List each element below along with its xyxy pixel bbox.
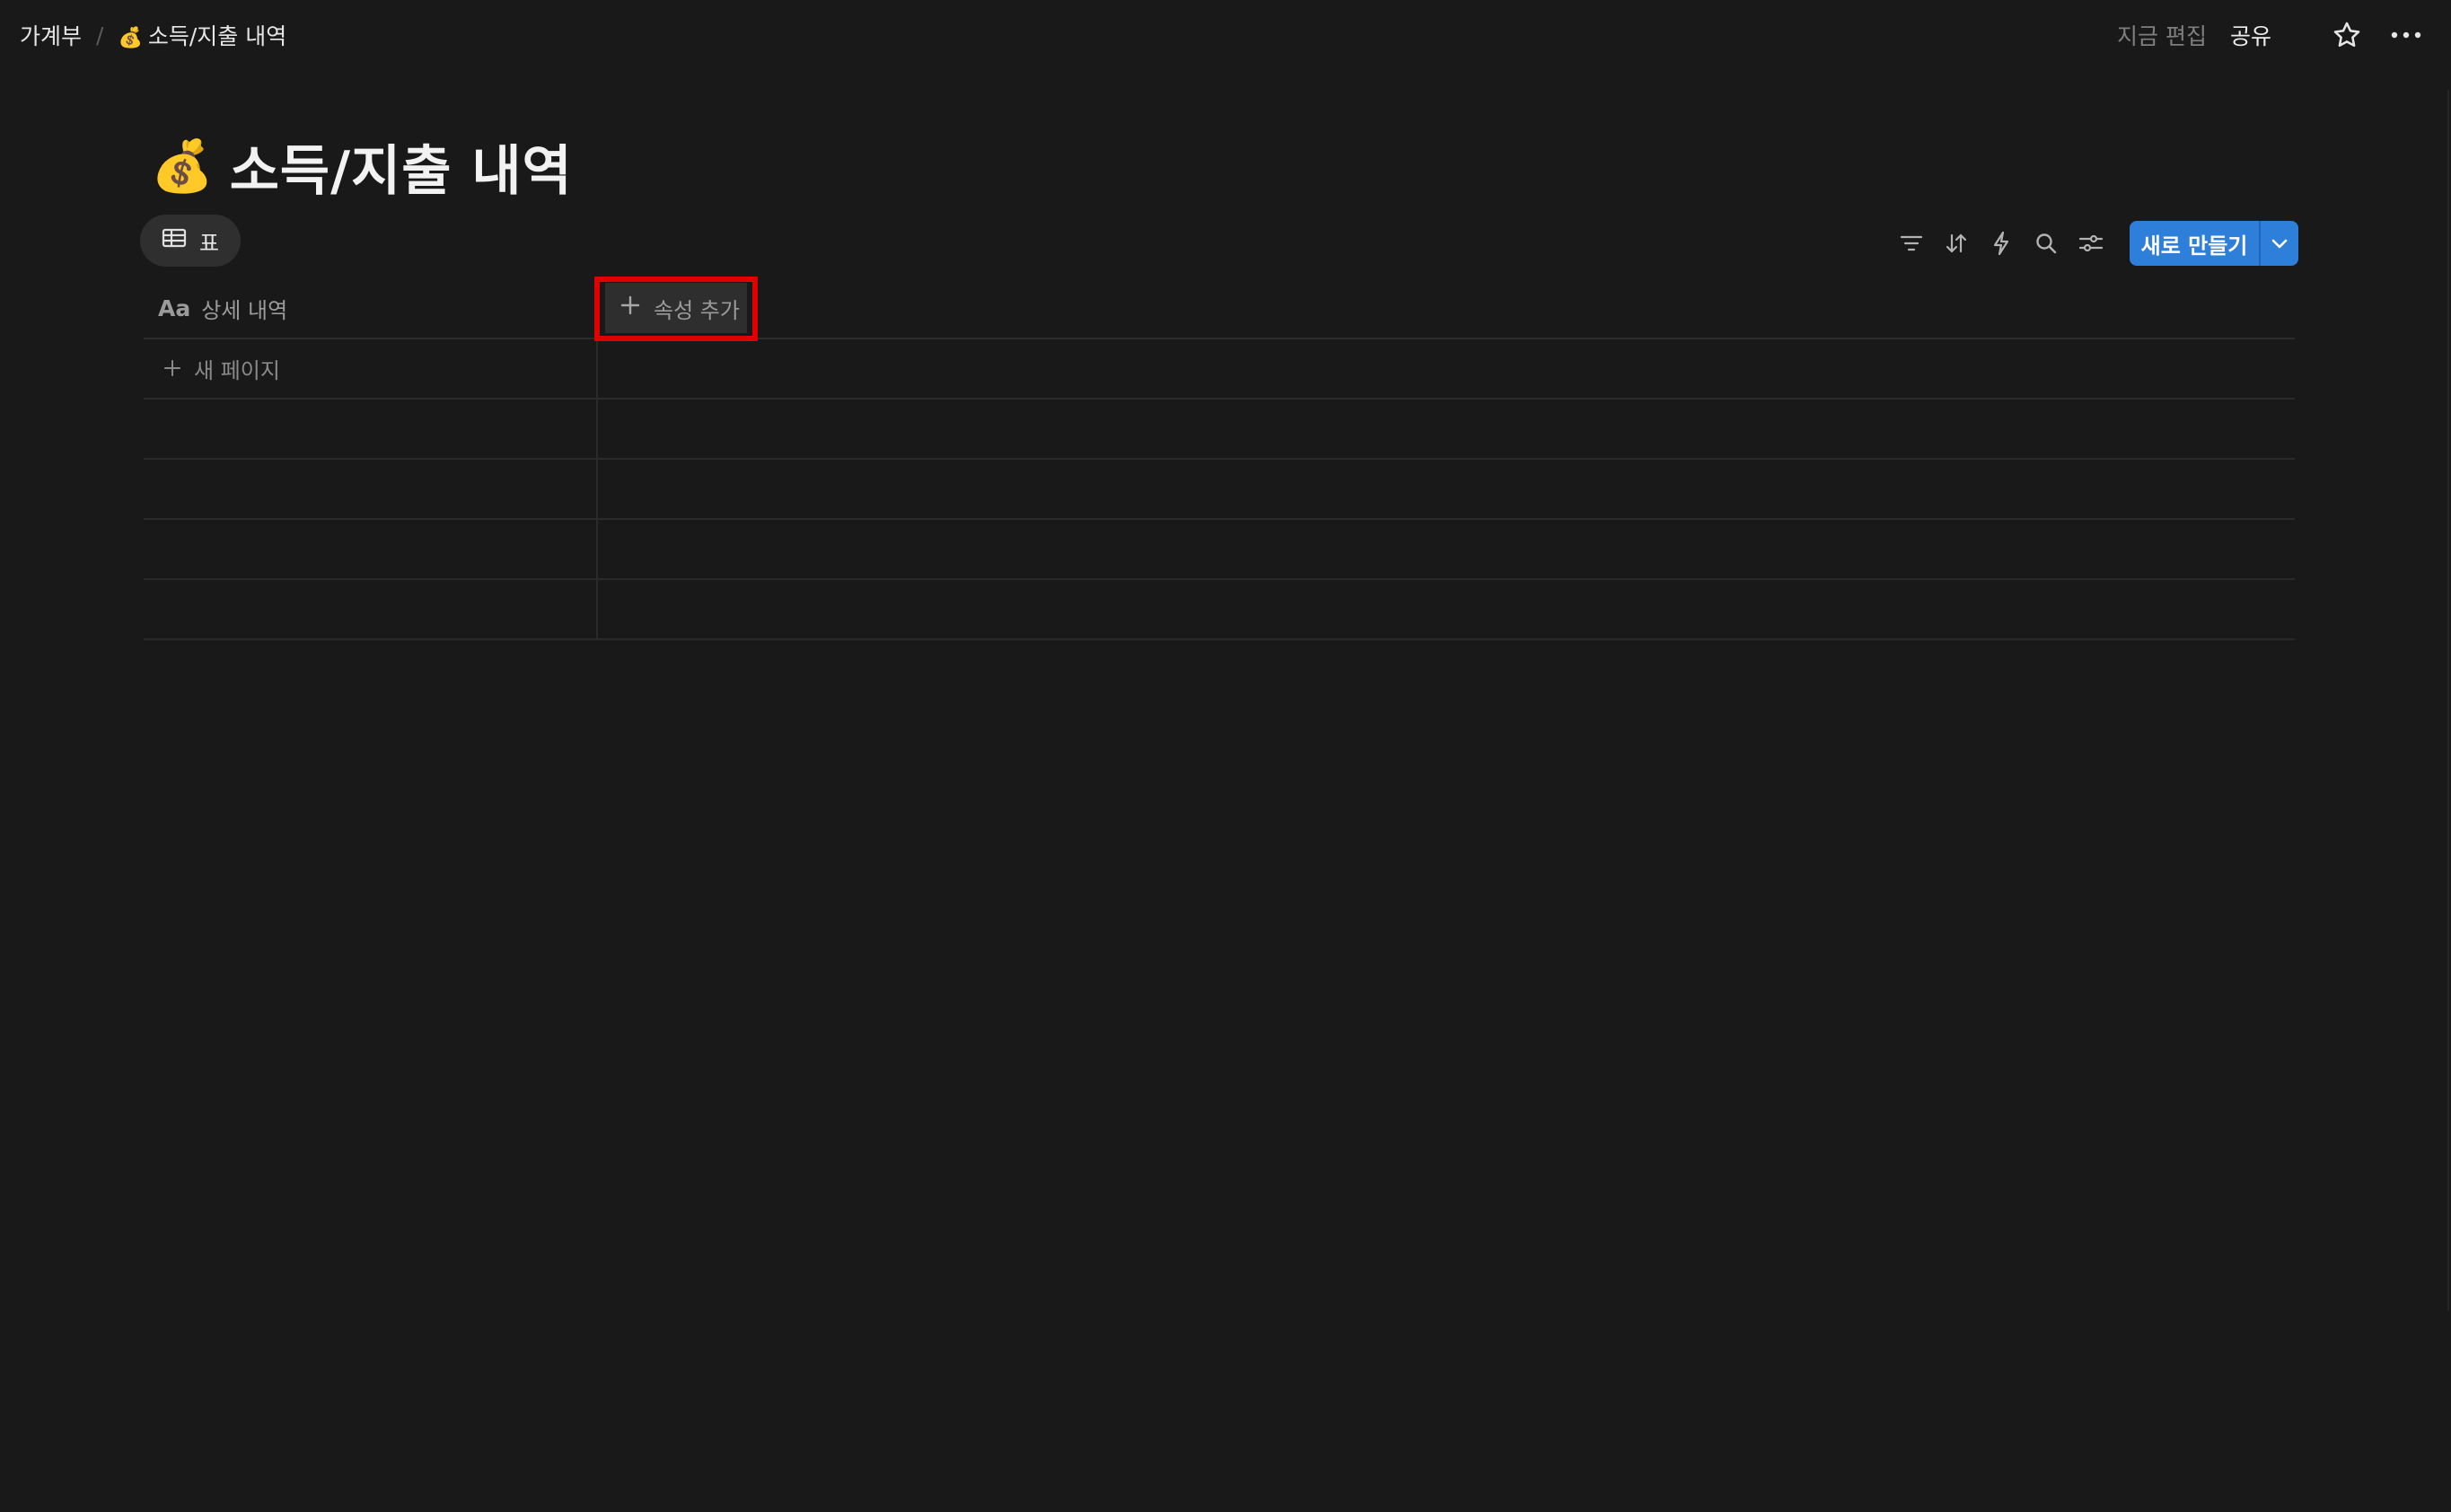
view-tab-label: 표	[198, 230, 220, 256]
settings-sliders-icon[interactable]	[2069, 221, 2113, 266]
search-icon[interactable]	[2024, 221, 2069, 266]
breadcrumb-separator: /	[96, 22, 104, 48]
table-cell	[598, 400, 2295, 458]
table-cell	[144, 520, 598, 578]
top-actions: 지금 편집 공유	[2117, 15, 2426, 55]
table-cell	[144, 580, 598, 638]
share-button[interactable]: 공유	[2230, 19, 2271, 51]
table-icon	[162, 227, 187, 254]
scrollbar-edge	[2447, 90, 2449, 1311]
lightning-icon[interactable]	[1979, 221, 2024, 266]
column-header-label: 상세 내역	[201, 297, 288, 323]
new-button-group: 새로 만들기	[2130, 221, 2298, 266]
edited-status: 지금 편집	[2117, 23, 2207, 49]
column-header-title[interactable]: Aa 상세 내역	[144, 278, 598, 338]
table-row	[144, 520, 2295, 580]
highlight-box	[594, 277, 758, 341]
table-cell	[598, 339, 2295, 398]
breadcrumb-parent[interactable]: 가계부	[18, 15, 83, 55]
filter-icon[interactable]	[1889, 221, 1934, 266]
database-table: Aa 상세 내역 속성 추가 새 페이지	[144, 277, 2295, 640]
table-row	[144, 460, 2295, 520]
title-row: 💰 소득/지출 내역	[151, 127, 573, 206]
breadcrumb: 가계부 / 💰 소득/지출 내역	[18, 15, 288, 55]
database-toolbar: 새로 만들기	[1889, 221, 2298, 266]
new-button[interactable]: 새로 만들기	[2130, 221, 2259, 266]
table-cell	[598, 580, 2295, 638]
add-property-wrap: 속성 추가	[594, 277, 758, 341]
table-cell	[598, 520, 2295, 578]
sort-icon[interactable]	[1934, 221, 1979, 266]
text-property-icon: Aa	[158, 294, 191, 321]
table-header: Aa 상세 내역 속성 추가	[144, 277, 2295, 341]
money-bag-icon: 💰	[118, 27, 143, 49]
page-icon[interactable]: 💰	[151, 141, 214, 192]
table-row	[144, 580, 2295, 640]
new-page-label: 새 페이지	[194, 358, 280, 383]
top-bar: 가계부 / 💰 소득/지출 내역 지금 편집 공유	[0, 0, 2451, 70]
table-cell	[598, 460, 2295, 518]
table-cell	[144, 460, 598, 518]
more-options-icon[interactable]	[2386, 15, 2426, 55]
plus-icon	[163, 354, 181, 383]
table-row	[144, 400, 2295, 460]
breadcrumb-current[interactable]: 💰 소득/지출 내역	[116, 15, 288, 55]
breadcrumb-current-label: 소득/지출 내역	[147, 23, 287, 49]
table-cell	[144, 400, 598, 458]
page-title[interactable]: 소득/지출 내역	[230, 127, 573, 206]
new-page-button[interactable]: 새 페이지	[144, 339, 598, 398]
table-row: 새 페이지	[144, 339, 2295, 400]
view-tab-table[interactable]: 표	[140, 215, 241, 267]
chevron-down-icon[interactable]	[2261, 221, 2298, 266]
star-icon[interactable]	[2327, 15, 2367, 55]
